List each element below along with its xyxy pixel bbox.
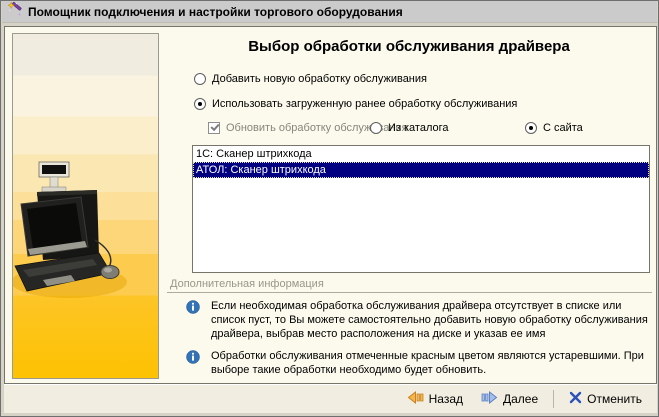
radio-use-loaded[interactable]: Использовать загруженную ранее обработку… (194, 98, 517, 110)
window-title: Помощник подключения и настройки торгово… (28, 5, 403, 19)
footer-toolbar: Назад Далее Отменить (4, 384, 657, 413)
blue-x-icon (569, 391, 582, 407)
main-panel: Выбор обработки обслуживания драйвера До… (4, 26, 657, 384)
additional-info-title: Дополнительная информация (170, 278, 324, 290)
radio-from-site-label: С сайта (543, 122, 583, 134)
page-title: Выбор обработки обслуживания драйвера (164, 38, 654, 55)
cancel-button[interactable]: Отменить (562, 387, 649, 411)
next-button[interactable]: Далее (474, 387, 545, 411)
radio-use-loaded-label: Использовать загруженную ранее обработку… (212, 98, 517, 110)
info-note-2-text: Обработки обслуживания отмеченные красны… (211, 349, 653, 377)
info-note-1: Если необходимая обработка обслуживания … (186, 299, 653, 341)
radio-from-catalog-label: Из каталога (388, 122, 449, 134)
section-divider (167, 292, 652, 293)
checkbox-update[interactable] (208, 122, 220, 134)
info-note-2: Обработки обслуживания отмеченные красны… (186, 349, 653, 377)
sidebar-illustration (12, 33, 159, 379)
radio-use-loaded-circle[interactable] (194, 98, 206, 110)
blue-arrow-right-icon (481, 391, 498, 407)
cancel-button-label: Отменить (587, 392, 642, 406)
info-circle-icon (186, 350, 200, 377)
titlebar: Помощник подключения и настройки торгово… (2, 1, 657, 23)
radio-from-catalog[interactable]: Из каталога (370, 122, 449, 134)
driver-listbox[interactable]: 1С: Сканер штрихкода АТОЛ: Сканер штрихк… (192, 145, 650, 273)
next-button-label: Далее (503, 392, 538, 406)
magic-wand-icon (7, 1, 23, 22)
footer-separator (553, 390, 554, 408)
radio-from-site-circle[interactable] (525, 122, 537, 134)
list-item-selected[interactable]: АТОЛ: Сканер штрихкода (193, 162, 649, 178)
wizard-window: Помощник подключения и настройки торгово… (0, 0, 659, 417)
list-item[interactable]: 1С: Сканер штрихкода (193, 146, 649, 162)
pos-computer-image (13, 34, 159, 378)
radio-add-new-circle[interactable] (194, 73, 206, 85)
back-button[interactable]: Назад (400, 387, 470, 411)
orange-arrow-left-icon (407, 391, 424, 407)
radio-add-new-label: Добавить новую обработку обслуживания (212, 73, 427, 85)
info-note-1-text: Если необходимая обработка обслуживания … (211, 299, 653, 341)
back-button-label: Назад (429, 392, 463, 406)
radio-add-new[interactable]: Добавить новую обработку обслуживания (194, 73, 427, 85)
radio-from-catalog-circle[interactable] (370, 122, 382, 134)
info-circle-icon (186, 300, 200, 341)
radio-from-site[interactable]: С сайта (525, 122, 583, 134)
